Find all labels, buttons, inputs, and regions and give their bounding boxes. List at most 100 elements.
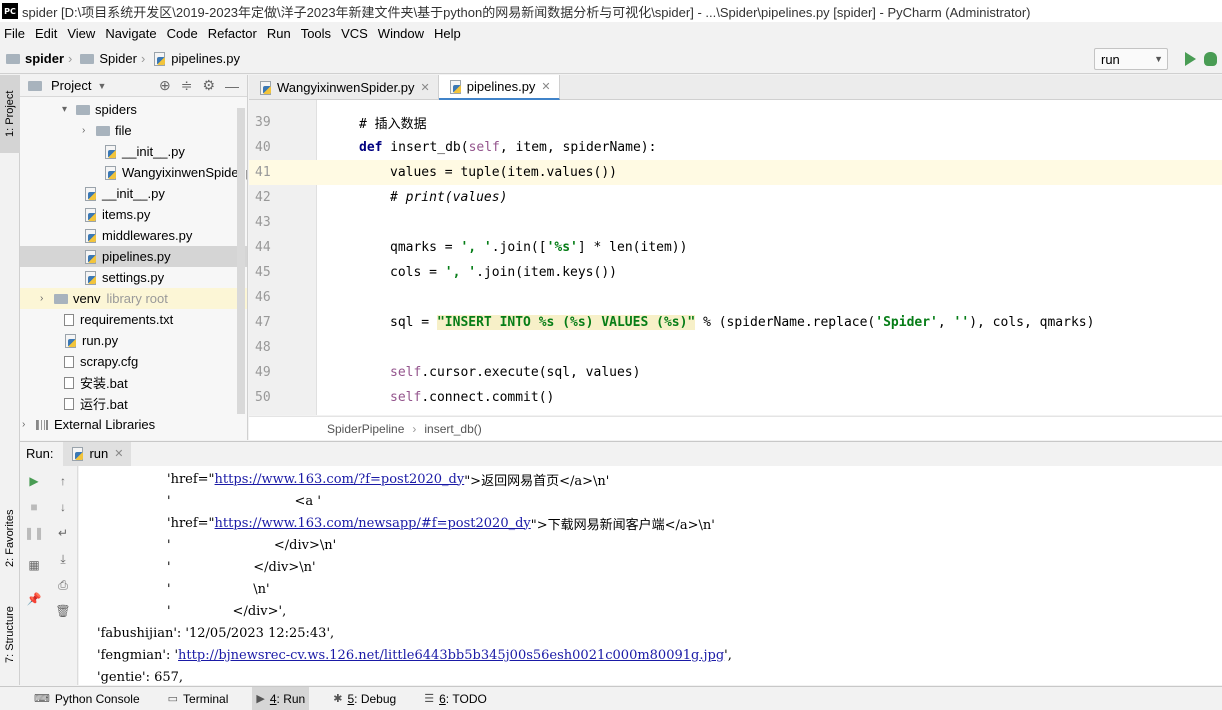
menu-view[interactable]: View	[67, 26, 95, 41]
code-line[interactable]: 44 qmarks = ', '.join(['%s'] * len(item)…	[249, 235, 1222, 260]
console-link[interactable]: http://bjnewsrec-cv.ws.126.net/little644…	[178, 648, 724, 663]
rerun-icon[interactable]: ▶	[27, 474, 41, 488]
code-line[interactable]: 45 cols = ', '.join(item.keys())	[249, 260, 1222, 285]
bottom-tab-number: 6	[439, 691, 446, 706]
close-icon[interactable]: ✕	[114, 447, 123, 460]
tree-item-wangyixinwenspider[interactable]: WangyixinwenSpider.py	[104, 162, 247, 183]
menu-tools[interactable]: Tools	[301, 26, 331, 41]
favorites-tool-tab[interactable]: 2: Favorites	[0, 493, 20, 583]
close-icon[interactable]: ✕	[421, 81, 430, 94]
string-token: ''	[953, 315, 970, 330]
console-link[interactable]: https://www.163.com/newsapp/#f=post2020_…	[215, 516, 531, 531]
nav-crumb-file[interactable]: pipelines.py	[153, 51, 240, 66]
hide-icon[interactable]: —	[225, 78, 239, 94]
gear-icon[interactable]: ⚙	[202, 77, 215, 94]
python-file-icon	[84, 228, 97, 243]
code-line[interactable]: 39 # 插入数据	[249, 110, 1222, 135]
scroll-to-end-icon[interactable]: ⤓	[56, 552, 70, 566]
tree-item-pipelines[interactable]: pipelines.py	[20, 246, 247, 267]
code-editor[interactable]: 39 # 插入数据 40 def insert_db(self, item, s…	[249, 100, 1222, 415]
soft-wrap-icon[interactable]: ↵	[56, 526, 70, 540]
tab-todo[interactable]: ☰ 6: TODO	[420, 687, 491, 710]
tree-item-run-bat[interactable]: 运行.bat	[64, 393, 128, 414]
tab-run[interactable]: ▶ 4: Run	[252, 686, 310, 710]
tree-item-run[interactable]: run.py	[64, 330, 118, 351]
layout-icon[interactable]: ▦	[27, 558, 41, 572]
tree-item-settings[interactable]: settings.py	[84, 267, 164, 288]
menu-window[interactable]: Window	[378, 26, 424, 41]
code-line-current[interactable]: 41 values = tuple(item.values())	[249, 160, 1222, 185]
run-console[interactable]: 'href=" https://www.163.com/?f=post2020_d…	[79, 466, 1222, 685]
tab-pipelines[interactable]: pipelines.py ✕	[438, 75, 560, 100]
breadcrumb-class[interactable]: SpiderPipeline	[327, 422, 404, 436]
code-line[interactable]: 48	[249, 335, 1222, 360]
tab-python-console[interactable]: ⌨ Python Console	[30, 687, 144, 710]
menu-code[interactable]: Code	[167, 26, 198, 41]
tab-terminal[interactable]: ▭ Terminal	[164, 687, 233, 710]
tree-item-spiders-init[interactable]: __init__.py	[104, 141, 185, 162]
code-line[interactable]: 40 def insert_db(self, item, spiderName)…	[249, 135, 1222, 160]
python-file-icon	[104, 144, 117, 159]
debug-button[interactable]	[1204, 52, 1217, 66]
tree-item-external-libraries[interactable]: › External Libraries	[22, 414, 155, 435]
code-token: .connect.commit()	[421, 390, 555, 405]
menu-edit[interactable]: Edit	[35, 26, 57, 41]
structure-tool-tab[interactable]: 7: Structure	[0, 590, 20, 680]
pause-icon[interactable]: ❚❚	[24, 526, 44, 540]
chevron-down-icon[interactable]: ▼	[97, 81, 106, 91]
close-icon[interactable]: ✕	[541, 80, 550, 93]
trash-icon[interactable]: 🗑	[55, 604, 70, 618]
project-tool-tab[interactable]: 1: Project	[0, 75, 20, 153]
tree-item-requirements[interactable]: requirements.txt	[64, 309, 173, 330]
tree-item-init[interactable]: __init__.py	[84, 183, 165, 204]
project-scrollbar[interactable]	[237, 108, 245, 414]
print-icon[interactable]: ⎙	[56, 578, 70, 592]
run-configuration-select[interactable]: run ▼	[1094, 48, 1168, 70]
nav-crumb-label: Spider	[99, 51, 137, 66]
stop-icon[interactable]: ■	[27, 500, 41, 514]
tree-item-middlewares[interactable]: middlewares.py	[84, 225, 192, 246]
menu-refactor[interactable]: Refactor	[208, 26, 257, 41]
nav-crumb-package[interactable]: Spider ›	[80, 51, 149, 66]
collapse-all-icon[interactable]: ≑	[181, 77, 193, 94]
console-text: ',	[724, 647, 732, 663]
code-line[interactable]: 50 self.connect.commit()	[249, 385, 1222, 410]
line-number: 50	[255, 390, 271, 405]
code-line[interactable]: 49 self.cursor.execute(sql, values)	[249, 360, 1222, 385]
pin-icon[interactable]: 📌	[27, 592, 42, 606]
tree-item-scrapy-cfg[interactable]: scrapy.cfg	[64, 351, 138, 372]
console-link[interactable]: https://www.163.com/?f=post2020_dy	[215, 472, 465, 487]
tree-item-label: spiders	[95, 102, 137, 117]
menu-file[interactable]: File	[4, 26, 25, 41]
run-button[interactable]	[1185, 52, 1196, 66]
code-line[interactable]: 42 # print(values)	[249, 185, 1222, 210]
run-tab[interactable]: run ✕	[63, 441, 132, 466]
locate-icon[interactable]: ⊕	[159, 77, 171, 94]
menu-bar: File Edit View Navigate Code Refactor Ru…	[0, 22, 1222, 44]
tree-item-label: run.py	[82, 333, 119, 348]
code-token: ,	[937, 315, 954, 330]
tab-wangyixinwenspider[interactable]: WangyixinwenSpider.py ✕	[249, 75, 439, 100]
nav-crumb-project[interactable]: spider ›	[6, 51, 76, 66]
tree-item-items[interactable]: items.py	[84, 204, 150, 225]
menu-navigate[interactable]: Navigate	[105, 26, 156, 41]
left-tool-strip: 1: Project 2: Favorites 7: Structure	[0, 75, 20, 685]
console-line: ' </div>\n'	[167, 556, 316, 578]
menu-run[interactable]: Run	[267, 26, 291, 41]
tree-item-label: scrapy.cfg	[80, 354, 139, 369]
tree-item-install-bat[interactable]: 安装.bat	[64, 372, 128, 393]
arrow-up-icon[interactable]: ↑	[56, 474, 70, 488]
menu-vcs[interactable]: VCS	[341, 26, 368, 41]
menu-help[interactable]: Help	[434, 26, 461, 41]
tree-item-file[interactable]: › file	[82, 120, 132, 141]
code-line[interactable]: 47 sql = "INSERT INTO %s (%s) VALUES (%s…	[249, 310, 1222, 335]
arrow-down-icon[interactable]: ↓	[56, 500, 70, 514]
tab-debug[interactable]: ✱ 5: Debug	[329, 687, 400, 710]
tree-item-spiders[interactable]: ▾ spiders	[62, 99, 137, 120]
tree-item-venv[interactable]: › venv library root	[20, 288, 247, 309]
code-line[interactable]: 46	[249, 285, 1222, 310]
breadcrumb-method[interactable]: insert_db()	[424, 422, 481, 436]
tree-item-label: venv	[73, 291, 101, 306]
code-line[interactable]: 43	[249, 210, 1222, 235]
project-panel-title[interactable]: Project	[51, 78, 91, 93]
